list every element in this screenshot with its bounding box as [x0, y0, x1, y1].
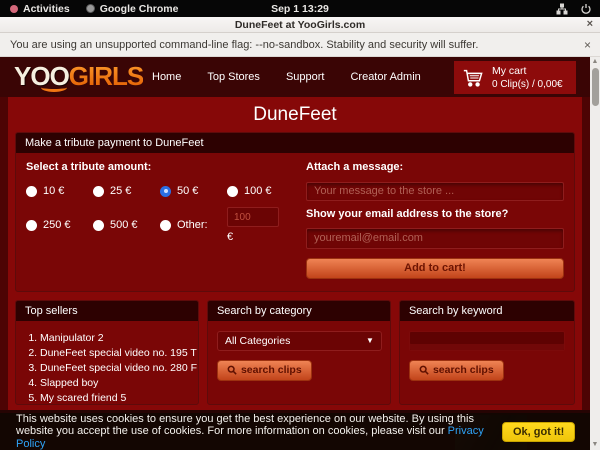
radio-icon[interactable] — [160, 220, 171, 231]
other-amount-input[interactable] — [227, 207, 279, 227]
nav-link-creator-admin[interactable]: Creator Admin — [350, 71, 420, 83]
currency-symbol: € — [227, 231, 294, 243]
window-title-bar: DuneFeet at YooGirls.com × — [0, 17, 600, 33]
amount-option-10[interactable]: 10 € — [26, 185, 93, 197]
chevron-down-icon: ▼ — [366, 336, 374, 345]
top-seller-item[interactable]: DuneFeet special video no. 195 T — [40, 346, 198, 361]
search-icon — [227, 365, 237, 375]
amount-option-500[interactable]: 500 € — [93, 207, 160, 243]
cookie-message-text: This website uses cookies to ensure you … — [16, 413, 474, 438]
top-sellers-header: Top sellers — [16, 301, 198, 321]
nav-link-home[interactable]: Home — [152, 71, 181, 83]
cart-title: My cart — [492, 65, 563, 78]
scrollbar-down-arrow[interactable]: ▼ — [590, 440, 600, 450]
amount-option-label: Other: — [177, 219, 208, 231]
amount-option-250[interactable]: 250 € — [26, 207, 93, 243]
logo-part-2: GIRLS — [69, 61, 143, 91]
warning-message: You are using an unsupported command-lin… — [10, 39, 478, 51]
other-amount-cell: € — [227, 207, 294, 243]
amount-label: Select a tribute amount: — [26, 161, 288, 173]
category-select[interactable]: All Categories ▼ — [217, 331, 382, 351]
app-menu-button[interactable]: Google Chrome — [86, 3, 179, 15]
amount-option-other[interactable]: Other: — [160, 207, 227, 243]
amount-option-100[interactable]: 100 € — [227, 185, 294, 197]
amount-option-label: 500 € — [110, 219, 138, 231]
network-icon[interactable] — [556, 3, 568, 15]
scrollbar-thumb[interactable] — [592, 68, 599, 106]
cart-summary: 0 Clip(s) / 0,00€ — [492, 78, 563, 91]
radio-selected-icon[interactable] — [160, 186, 171, 197]
cookie-message: This website uses cookies to ensure you … — [16, 413, 494, 450]
amount-option-label: 10 € — [43, 185, 64, 197]
email-label: Show your email address to the store? — [306, 208, 564, 220]
cart-widget[interactable]: My cart 0 Clip(s) / 0,00€ — [454, 61, 576, 94]
warning-bar: You are using an unsupported command-lin… — [0, 33, 600, 57]
top-sellers-panel: Top sellers Manipulator 2DuneFeet specia… — [15, 300, 199, 405]
search-clips-keyword-label: search clips — [433, 364, 494, 376]
radio-icon[interactable] — [93, 220, 104, 231]
search-clips-category-button[interactable]: search clips — [217, 360, 312, 381]
top-seller-item[interactable]: Slapped boy — [40, 376, 198, 391]
scrollbar-up-arrow[interactable]: ▲ — [590, 57, 600, 67]
warning-close-icon[interactable]: × — [584, 38, 591, 52]
amount-option-label: 25 € — [110, 185, 131, 197]
top-sellers-list: Manipulator 2DuneFeet special video no. … — [40, 331, 198, 407]
power-icon[interactable] — [580, 3, 592, 15]
search-clips-category-label: search clips — [241, 364, 302, 376]
amount-option-label: 250 € — [43, 219, 71, 231]
radio-icon[interactable] — [26, 220, 37, 231]
search-keyword-header: Search by keyword — [400, 301, 574, 321]
screen: Activities Google Chrome Sep 1 13:29 — [0, 0, 600, 450]
search-clips-keyword-button[interactable]: search clips — [409, 360, 504, 381]
nav-link-top-stores[interactable]: Top Stores — [207, 71, 260, 83]
add-to-cart-button[interactable]: Add to cart! — [306, 258, 564, 279]
radio-icon[interactable] — [227, 186, 238, 197]
site-logo[interactable]: YOOGIRLS — [14, 61, 143, 91]
cookie-consent-bar: This website uses cookies to ensure you … — [0, 413, 590, 450]
email-input[interactable] — [306, 228, 564, 249]
amount-option-25[interactable]: 25 € — [93, 185, 160, 197]
desktop-top-bar: Activities Google Chrome Sep 1 13:29 — [0, 0, 600, 17]
scrollbar[interactable]: ▲ ▼ — [590, 57, 600, 450]
category-select-value: All Categories — [225, 335, 290, 347]
window-title: DuneFeet at YooGirls.com — [235, 19, 365, 31]
browser-viewport: YOOGIRLS Home Top Stores Support Creator Ad… — [0, 57, 590, 450]
cookie-accept-button[interactable]: Ok, got it! — [502, 422, 575, 442]
recording-indicator-icon — [10, 5, 18, 13]
tribute-panel-header: Make a tribute payment to DuneFeet — [16, 133, 574, 153]
search-category-header: Search by category — [208, 301, 390, 321]
main-nav: Home Top Stores Support Creator Admin — [152, 57, 421, 97]
activities-button[interactable]: Activities — [10, 3, 70, 15]
activities-label: Activities — [23, 3, 70, 15]
search-category-panel: Search by category All Categories ▼ — [207, 300, 391, 405]
site-header: YOOGIRLS Home Top Stores Support Creator Ad… — [0, 57, 590, 97]
content-container: DuneFeet Make a tribute payment to DuneF… — [8, 97, 582, 444]
radio-icon[interactable] — [26, 186, 37, 197]
keyword-input[interactable] — [409, 331, 565, 351]
top-seller-item[interactable]: My scared friend 5 — [40, 391, 198, 406]
top-seller-item[interactable]: DuneFeet special video no. 280 F — [40, 361, 198, 376]
amount-option-label: 50 € — [177, 185, 198, 197]
window-close-icon[interactable]: × — [587, 18, 593, 30]
radio-icon[interactable] — [93, 186, 104, 197]
amount-option-label: 100 € — [244, 185, 272, 197]
message-input[interactable] — [306, 182, 564, 201]
top-seller-item[interactable]: Manipulator 2 — [40, 331, 198, 346]
app-menu-label: Google Chrome — [100, 3, 179, 15]
message-label: Attach a message: — [306, 161, 564, 173]
amount-option-50[interactable]: 50 € — [160, 185, 227, 197]
page-title: DuneFeet — [15, 97, 575, 132]
cart-icon — [462, 67, 484, 89]
nav-link-support[interactable]: Support — [286, 71, 325, 83]
search-keyword-panel: Search by keyword search clips — [399, 300, 575, 405]
amount-options: 10 €25 €50 €100 €250 €500 €Other:€ — [26, 185, 288, 243]
tribute-panel: Make a tribute payment to DuneFeet Selec… — [15, 132, 575, 292]
chrome-icon — [86, 4, 95, 13]
search-icon — [419, 365, 429, 375]
logo-smile-icon — [41, 83, 67, 92]
